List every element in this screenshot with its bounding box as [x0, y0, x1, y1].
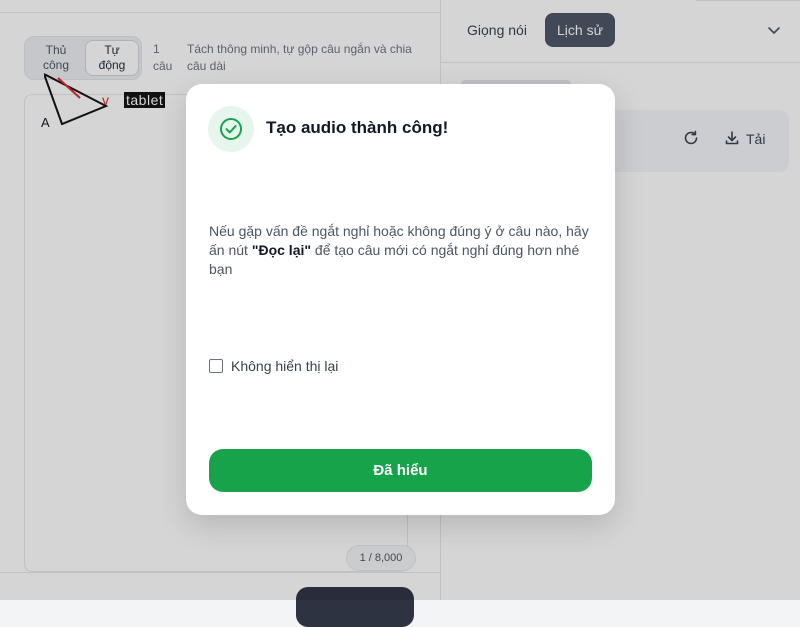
dialog-title: Tạo audio thành công!: [266, 118, 449, 137]
check-circle-icon: [208, 106, 254, 152]
dont-show-again-row[interactable]: Không hiển thị lại: [209, 358, 338, 374]
understood-button[interactable]: Đã hiểu: [209, 449, 592, 492]
reread-highlight: "Đọc lại": [251, 242, 312, 258]
dialog-message: Nếu gặp vấn đề ngắt nghỉ hoặc không đúng…: [209, 222, 594, 279]
success-dialog: Tạo audio thành công! Nếu gặp vấn đề ngắ…: [186, 84, 615, 515]
dont-show-again-checkbox[interactable]: [209, 359, 223, 373]
dont-show-again-label[interactable]: Không hiển thị lại: [231, 358, 338, 374]
